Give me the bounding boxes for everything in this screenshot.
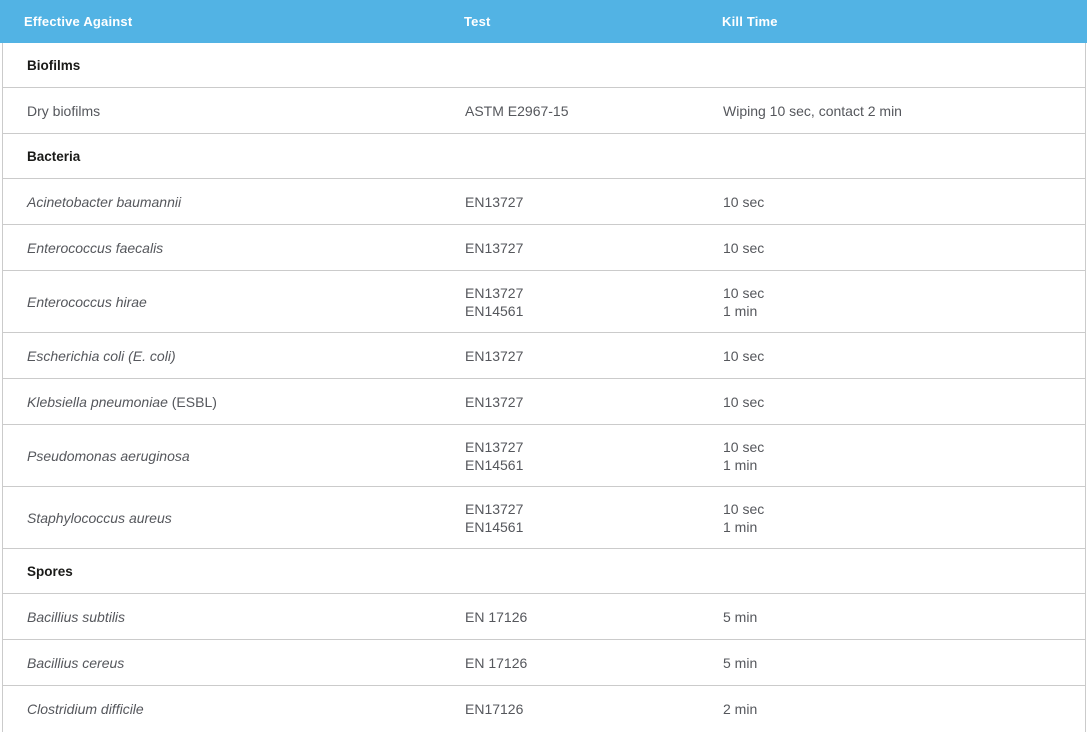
- table-row: Acinetobacter baumannii EN13727 10 sec: [3, 179, 1085, 225]
- test-standard: EN13727: [465, 239, 699, 257]
- column-header-effective-against: Effective Against: [0, 14, 440, 29]
- column-header-kill-time: Kill Time: [698, 14, 1087, 29]
- test-cell: EN13727: [441, 393, 699, 411]
- organism-name: Escherichia coli (E. coli): [27, 348, 176, 364]
- organism-cell: Klebsiella pneumoniae (ESBL): [3, 393, 441, 411]
- test-standard: EN14561: [465, 302, 699, 320]
- kill-time-value: 10 sec: [723, 284, 1085, 302]
- test-cell: EN 17126: [441, 608, 699, 626]
- organism-name: Bacillius cereus: [27, 655, 124, 671]
- kill-time-cell: 10 sec1 min: [699, 438, 1085, 474]
- table-row: Staphylococcus aureusEN13727EN1456110 se…: [3, 487, 1085, 549]
- kill-time-value: 5 min: [723, 654, 1085, 672]
- table-body: Biofilms Dry biofilms ASTM E2967-15 Wiping …: [2, 43, 1086, 732]
- test-cell: ASTM E2967-15: [441, 102, 699, 120]
- test-standard: EN 17126: [465, 654, 699, 672]
- kill-time-cell: 10 sec1 min: [699, 284, 1085, 320]
- organism-name: Enterococcus hirae: [27, 294, 147, 310]
- organism-cell: Clostridium difficile: [3, 700, 441, 718]
- kill-time-cell: 10 sec: [699, 193, 1085, 211]
- organism-name: Klebsiella pneumoniae: [27, 394, 168, 410]
- organism-cell: Escherichia coli (E. coli): [3, 347, 441, 365]
- organism-name-suffix: (ESBL): [168, 394, 217, 410]
- efficacy-table: Effective Against Test Kill Time Biofilm…: [0, 0, 1089, 732]
- section-header-bacteria: Bacteria: [3, 134, 1085, 179]
- kill-time-value: 1 min: [723, 456, 1085, 474]
- kill-time-cell: 10 sec: [699, 239, 1085, 257]
- section-header-spores: Spores: [3, 549, 1085, 594]
- organism-name: Pseudomonas aeruginosa: [27, 448, 190, 464]
- kill-time-cell: 10 sec: [699, 347, 1085, 365]
- table-row: Clostridium difficile EN17126 2 min: [3, 686, 1085, 732]
- test-cell: EN13727EN14561: [441, 500, 699, 536]
- organism-name: Acinetobacter baumannii: [27, 194, 181, 210]
- test-cell: EN 17126: [441, 654, 699, 672]
- kill-time-value: Wiping 10 sec, contact 2 min: [723, 102, 1085, 120]
- test-standard: EN13727: [465, 393, 699, 411]
- test-standard: EN 17126: [465, 608, 699, 626]
- table-row: Escherichia coli (E. coli) EN13727 10 sec: [3, 333, 1085, 379]
- table-row: Enterococcus faecalis EN13727 10 sec: [3, 225, 1085, 271]
- table-header-row: Effective Against Test Kill Time: [0, 0, 1087, 43]
- section-header-biofilms: Biofilms: [3, 43, 1085, 88]
- test-cell: EN13727: [441, 193, 699, 211]
- section-title: Spores: [27, 564, 73, 579]
- test-standard: EN13727: [465, 284, 699, 302]
- table-row: Bacillius cereus EN 17126 5 min: [3, 640, 1085, 686]
- organism-name: Enterococcus faecalis: [27, 240, 163, 256]
- organism-cell: Dry biofilms: [3, 102, 441, 120]
- test-standard: ASTM E2967-15: [465, 102, 699, 120]
- kill-time-cell: 10 sec1 min: [699, 500, 1085, 536]
- organism-name: Clostridium difficile: [27, 701, 144, 717]
- kill-time-value: 10 sec: [723, 500, 1085, 518]
- organism-name: Dry biofilms: [27, 103, 100, 119]
- test-standard: EN13727: [465, 347, 699, 365]
- organism-cell: Bacillius cereus: [3, 654, 441, 672]
- table-row: Enterococcus hiraeEN13727EN1456110 sec1 …: [3, 271, 1085, 333]
- organism-cell: Bacillius subtilis: [3, 608, 441, 626]
- kill-time-value: 10 sec: [723, 193, 1085, 211]
- column-header-test: Test: [440, 14, 698, 29]
- table-row: Bacillius subtilis EN 17126 5 min: [3, 594, 1085, 640]
- section-title: Biofilms: [27, 58, 80, 73]
- organism-cell: Enterococcus hirae: [3, 293, 441, 311]
- test-standard: EN17126: [465, 700, 699, 718]
- organism-cell: Enterococcus faecalis: [3, 239, 441, 257]
- table-row: Pseudomonas aeruginosaEN13727EN1456110 s…: [3, 425, 1085, 487]
- organism-cell: Pseudomonas aeruginosa: [3, 447, 441, 465]
- organism-name: Staphylococcus aureus: [27, 510, 172, 526]
- test-cell: EN13727EN14561: [441, 284, 699, 320]
- organism-cell: Staphylococcus aureus: [3, 509, 441, 527]
- test-standard: EN14561: [465, 456, 699, 474]
- organism-name: Bacillius subtilis: [27, 609, 125, 625]
- kill-time-value: 1 min: [723, 518, 1085, 536]
- test-cell: EN13727: [441, 347, 699, 365]
- kill-time-cell: 5 min: [699, 608, 1085, 626]
- kill-time-value: 2 min: [723, 700, 1085, 718]
- kill-time-cell: 5 min: [699, 654, 1085, 672]
- test-standard: EN14561: [465, 518, 699, 536]
- kill-time-value: 10 sec: [723, 347, 1085, 365]
- table-row: Klebsiella pneumoniae (ESBL) EN13727 10 se…: [3, 379, 1085, 425]
- kill-time-value: 10 sec: [723, 393, 1085, 411]
- kill-time-cell: Wiping 10 sec, contact 2 min: [699, 102, 1085, 120]
- test-cell: EN13727EN14561: [441, 438, 699, 474]
- test-standard: EN13727: [465, 193, 699, 211]
- kill-time-value: 10 sec: [723, 239, 1085, 257]
- kill-time-cell: 10 sec: [699, 393, 1085, 411]
- kill-time-value: 5 min: [723, 608, 1085, 626]
- kill-time-cell: 2 min: [699, 700, 1085, 718]
- kill-time-value: 1 min: [723, 302, 1085, 320]
- test-cell: EN17126: [441, 700, 699, 718]
- section-title: Bacteria: [27, 149, 80, 164]
- test-cell: EN13727: [441, 239, 699, 257]
- test-standard: EN13727: [465, 500, 699, 518]
- test-standard: EN13727: [465, 438, 699, 456]
- kill-time-value: 10 sec: [723, 438, 1085, 456]
- table-row: Dry biofilms ASTM E2967-15 Wiping 10 sec, …: [3, 88, 1085, 134]
- organism-cell: Acinetobacter baumannii: [3, 193, 441, 211]
